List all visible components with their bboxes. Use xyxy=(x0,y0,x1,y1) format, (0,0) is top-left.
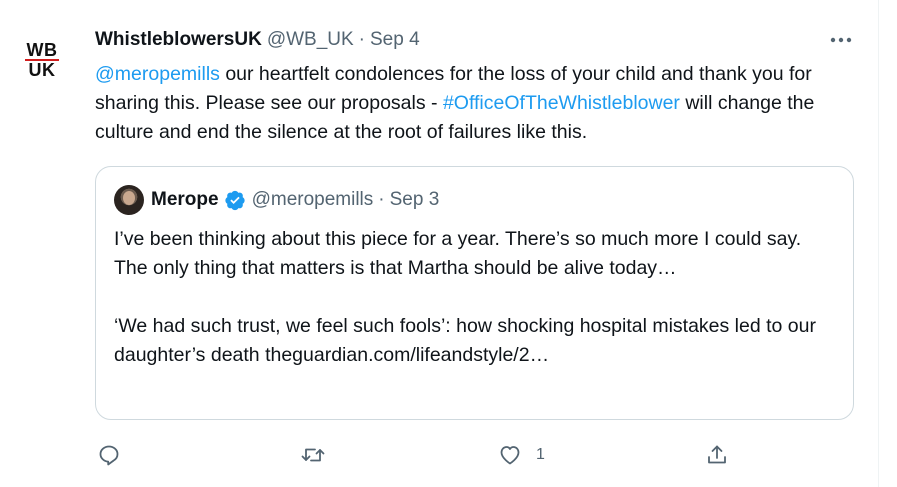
retweet-button[interactable] xyxy=(300,438,326,472)
mention-link[interactable]: @meropemills xyxy=(95,63,220,85)
share-icon xyxy=(708,445,726,464)
quoted-author-name: Merope xyxy=(151,189,219,210)
quoted-header-separator: · xyxy=(378,189,385,210)
more-options-button[interactable] xyxy=(826,28,856,52)
quoted-author-handle: @meropemills xyxy=(251,189,374,210)
hashtag-link[interactable]: #OfficeOfTheWhistleblower xyxy=(443,92,680,114)
timeline-border xyxy=(878,0,879,487)
logo-line-2: UK xyxy=(28,60,56,80)
like-count: 1 xyxy=(536,446,545,463)
reply-button[interactable] xyxy=(97,438,121,472)
header-separator: · xyxy=(358,29,365,50)
tweet-text: @meropemills our heartfelt condolences f… xyxy=(95,60,865,147)
share-button[interactable] xyxy=(705,438,729,472)
reply-icon xyxy=(99,445,119,466)
quoted-paragraph-1: I’ve been thinking about this piece for … xyxy=(114,228,802,279)
quoted-tweet-header: Merope @meropemills · Sep 3 xyxy=(114,185,439,215)
quoted-tweet-date: Sep 3 xyxy=(389,189,440,210)
quoted-paragraph-2: ‘We had such trust, we feel such fools’:… xyxy=(114,315,816,366)
heart-icon xyxy=(500,446,520,465)
verified-badge-icon xyxy=(224,189,246,211)
logo-line-1: WB xyxy=(26,40,58,60)
tweet-header: WhistleblowersUK @WB_UK · Sep 4 xyxy=(95,28,420,52)
author-handle[interactable]: @WB_UK xyxy=(267,29,354,51)
like-button[interactable]: 1 xyxy=(498,438,545,472)
quoted-author-avatar xyxy=(114,185,144,215)
author-avatar[interactable]: WB UK xyxy=(16,24,64,79)
quoted-tweet-text: I’ve been thinking about this piece for … xyxy=(114,225,834,370)
retweet-icon xyxy=(301,448,325,462)
wb-uk-logo: WB UK xyxy=(24,41,60,79)
tweet-date[interactable]: Sep 4 xyxy=(370,29,420,51)
more-horizontal-icon xyxy=(830,37,852,43)
quoted-tweet-card[interactable]: Merope @meropemills · Sep 3 I’ve been th… xyxy=(95,166,854,420)
author-display-name[interactable]: WhistleblowersUK xyxy=(95,29,262,51)
tweet-actions-bar: 1 xyxy=(95,438,745,472)
